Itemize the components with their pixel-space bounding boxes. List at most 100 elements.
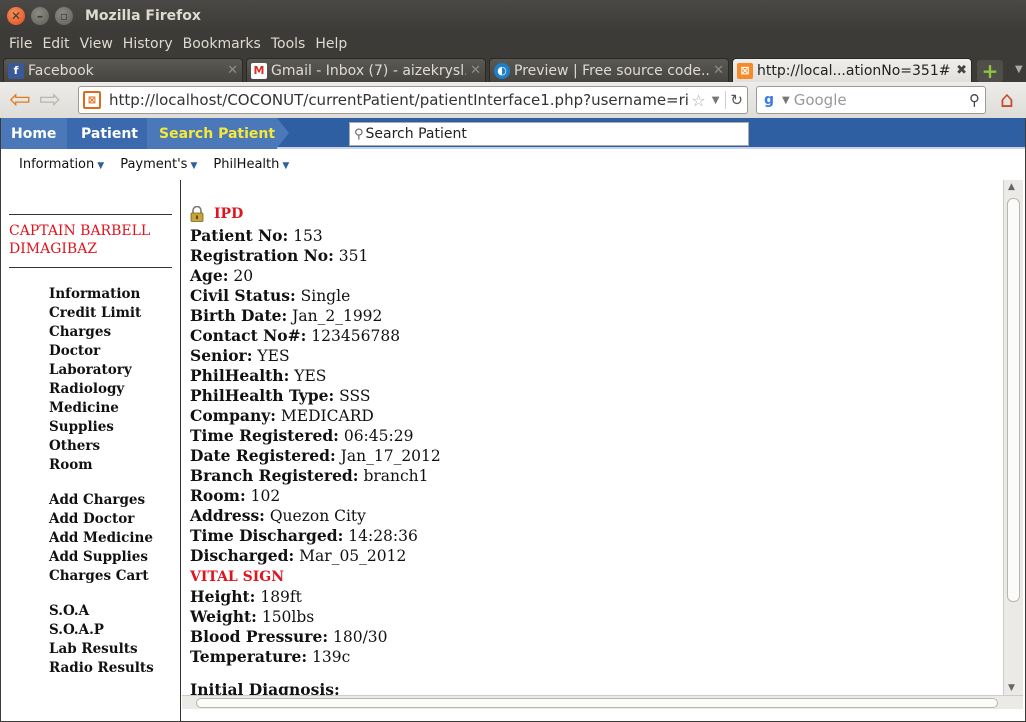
window-maximize-button[interactable]: ▫ [55,6,73,25]
sidebar-link-lab-results[interactable]: Lab Results [49,640,154,659]
sidebar-link-radio-results[interactable]: Radio Results [49,659,154,678]
search-bar[interactable]: g ▼ Google ⚲ [756,86,986,114]
tab-preview[interactable]: ◐ Preview | Free source code... ✕ [489,58,729,82]
field-senior: Senior: YES [190,346,441,366]
sidebar-link-soa[interactable]: S.O.A [49,602,154,621]
field-value: Jan_17_2012 [340,447,441,465]
sidebar-link-add-supplies[interactable]: Add Supplies [49,548,153,567]
tab-close-icon[interactable]: ✕ [227,63,238,78]
divider [9,214,172,215]
window-minimize-button[interactable]: – [31,6,49,25]
sidebar-link-medicine[interactable]: Medicine [49,399,141,418]
nav-search-patient[interactable]: Search Patient [147,118,277,149]
sidebar-link-charges[interactable]: Charges [49,323,141,342]
sidebar-link-supplies[interactable]: Supplies [49,418,141,437]
search-icon[interactable]: ⚲ [969,91,980,109]
forward-button[interactable]: ⇨ [35,85,65,115]
subnav-payments[interactable]: Payment's ▼ [120,157,197,172]
sidebar-link-radiology[interactable]: Radiology [49,380,141,399]
subnav-philhealth[interactable]: PhilHealth ▼ [213,157,289,172]
google-icon[interactable]: g [760,91,778,109]
menu-tools[interactable]: Tools [266,36,311,52]
field-label: Registration No: [190,246,334,265]
chevron-down-icon: ▼ [190,160,198,171]
field-value: 139c [312,648,351,666]
tab-gmail[interactable]: M Gmail - Inbox (7) - aizekrysl... ✕ [246,58,486,82]
field-value: 153 [293,227,323,245]
menu-file[interactable]: File [4,36,37,52]
vertical-scroll-thumb[interactable] [1007,198,1020,602]
field-patient-no: Patient No: 153 [190,226,441,246]
url-text[interactable]: http://localhost/COCONUT/currentPatient/… [109,91,689,109]
facebook-icon: f [8,62,24,79]
vertical-scrollbar[interactable]: ▲ ▼ [1003,180,1023,695]
search-engine-dropdown-icon[interactable]: ▼ [782,95,790,106]
tab-strip: f Facebook ✕ M Gmail - Inbox (7) - aizek… [0,56,1026,83]
tab-close-icon[interactable]: ✕ [713,63,724,78]
ipd-section-heading: IPD [190,205,243,222]
search-patient-field[interactable]: ⚲ [349,122,749,146]
tab-current-patient[interactable]: ⊠ http://local...ationNo=351# ✖ [732,58,972,82]
sidebar-group-details: Information Credit Limit Charges Doctor … [49,285,141,475]
sidebar-link-soap[interactable]: S.O.A.P [49,621,154,640]
scroll-up-icon[interactable]: ▲ [1008,182,1015,192]
menu-help[interactable]: Help [310,36,352,52]
sidebar-link-doctor[interactable]: Doctor [49,342,141,361]
tab-close-icon[interactable]: ✕ [470,63,481,78]
field-value: SSS [339,387,371,405]
sidebar-link-information[interactable]: Information [49,285,141,304]
sidebar-link-add-doctor[interactable]: Add Doctor [49,510,153,529]
field-height: Height: 189ft [190,587,388,607]
menu-bookmarks[interactable]: Bookmarks [178,36,266,52]
search-bar-placeholder[interactable]: Google [794,91,969,109]
search-patient-input[interactable] [365,126,736,142]
menu-bar: File Edit View History Bookmarks Tools H… [0,31,1026,56]
sidebar-link-others[interactable]: Others [49,437,141,456]
field-label: PhilHealth Type: [190,386,335,405]
new-tab-button[interactable]: + [977,59,1003,83]
tab-label: Gmail - Inbox (7) - aizekrysl... [271,62,467,79]
sidebar-link-add-medicine[interactable]: Add Medicine [49,529,153,548]
field-value: Quezon City [269,507,366,525]
tab-list-icon[interactable]: ▼ [1015,64,1023,75]
nav-patient[interactable]: Patient [67,118,147,149]
reload-icon[interactable]: ↻ [725,91,743,109]
back-button[interactable]: ⇦ [5,85,35,115]
url-bar[interactable]: ⊠ http://localhost/COCONUT/currentPatien… [78,86,748,114]
field-philhealth-type: PhilHealth Type: SSS [190,386,441,406]
menu-view[interactable]: View [75,36,118,52]
sidebar-link-add-charges[interactable]: Add Charges [49,491,153,510]
tab-facebook[interactable]: f Facebook ✕ [3,58,243,82]
window-title: Mozilla Firefox [85,7,201,24]
horizontal-scroll-thumb[interactable] [196,698,998,708]
sidebar-link-credit-limit[interactable]: Credit Limit [49,304,141,323]
patient-name-line: CAPTAIN BARBELL [9,223,151,239]
scroll-down-icon[interactable]: ▼ [1008,683,1015,693]
field-value: 06:45:29 [343,427,414,445]
field-label: Patient No: [190,226,289,245]
patient-details-panel: IPD Patient No: 153 Registration No: 351… [182,180,1003,695]
field-value: Mar_05_2012 [299,547,407,565]
sidebar-group-add: Add Charges Add Doctor Add Medicine Add … [49,491,153,586]
field-value: 150lbs [261,608,315,626]
sidebar-link-charges-cart[interactable]: Charges Cart [49,567,153,586]
horizontal-scrollbar[interactable] [182,695,1023,709]
menu-history[interactable]: History [118,36,178,52]
crumb-arrow [277,118,289,148]
menu-edit[interactable]: Edit [37,36,74,52]
site-identity-icon[interactable]: ⊠ [83,91,101,109]
home-icon[interactable]: ⌂ [994,87,1020,113]
window-close-button[interactable]: ✕ [7,6,25,25]
bookmark-star-icon[interactable]: ☆ [691,91,705,110]
field-time-registered: Time Registered: 06:45:29 [190,426,441,446]
url-history-dropdown-icon[interactable]: ▼ [712,95,720,106]
tab-close-icon[interactable]: ✖ [956,63,967,78]
window-titlebar: ✕ – ▫ Mozilla Firefox [0,0,1026,31]
field-value: 123456788 [311,327,401,345]
sidebar-link-laboratory[interactable]: Laboratory [49,361,141,380]
field-company: Company: MEDICARD [190,406,441,426]
subnav-information[interactable]: Information ▼ [19,157,104,172]
sidebar-link-room[interactable]: Room [49,456,141,475]
nav-home[interactable]: Home [1,118,67,149]
field-label: Time Discharged: [190,526,344,545]
